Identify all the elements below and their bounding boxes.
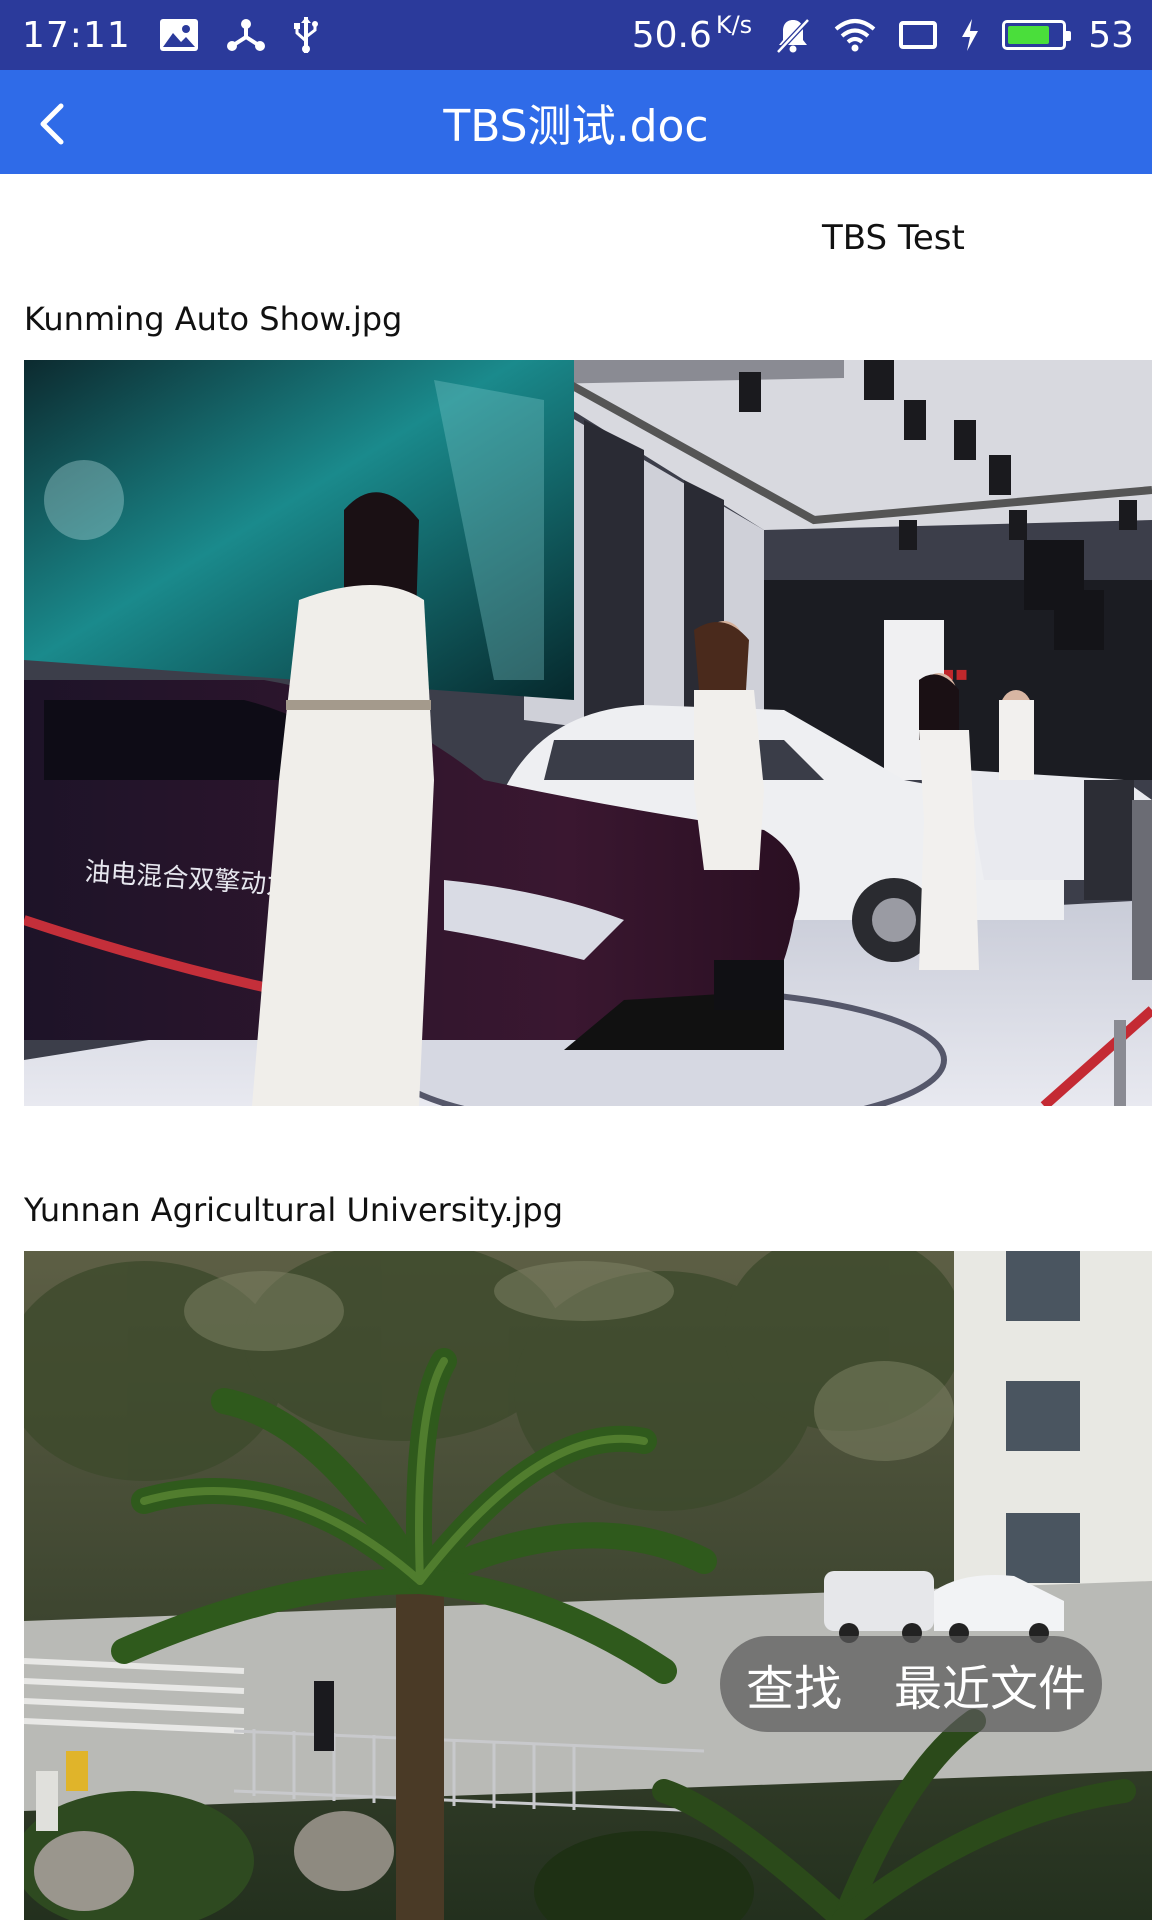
screen-icon <box>898 20 938 50</box>
mute-icon <box>774 16 812 54</box>
floating-menu: 查找 最近文件 <box>720 1636 1102 1732</box>
document-heading: TBS Test <box>822 218 965 258</box>
share-icon <box>226 17 265 53</box>
auto-show-photo: ▪▪▪▪ <box>24 360 1152 1106</box>
battery-level: 53 <box>1088 14 1134 56</box>
battery-icon <box>1002 20 1072 50</box>
network-speed-unit: K/s <box>715 10 753 39</box>
find-button[interactable]: 查找 <box>746 1649 842 1719</box>
image-caption: Yunnan Agricultural University.jpg <box>24 1191 563 1229</box>
network-speed-value: 50.6 <box>631 14 712 56</box>
image-caption: Kunming Auto Show.jpg <box>24 300 403 338</box>
usb-icon <box>293 15 319 55</box>
network-speed: 50.6 K/s <box>631 11 752 56</box>
app-bar: TBS测试.doc <box>0 70 1152 174</box>
status-right: 50.6 K/s 53 <box>632 0 1134 70</box>
status-time: 17:11 <box>22 14 131 56</box>
battery-fill <box>1008 26 1049 44</box>
university-photo <box>24 1251 1152 1920</box>
recent-files-button[interactable]: 最近文件 <box>894 1649 1086 1719</box>
status-bar: 17:11 50.6 K/s 53 <box>0 0 1152 70</box>
status-left: 17:11 <box>22 0 319 70</box>
image-icon <box>159 18 199 52</box>
charging-icon <box>960 18 980 52</box>
wifi-icon <box>834 18 876 52</box>
page-title: TBS测试.doc <box>443 101 709 152</box>
